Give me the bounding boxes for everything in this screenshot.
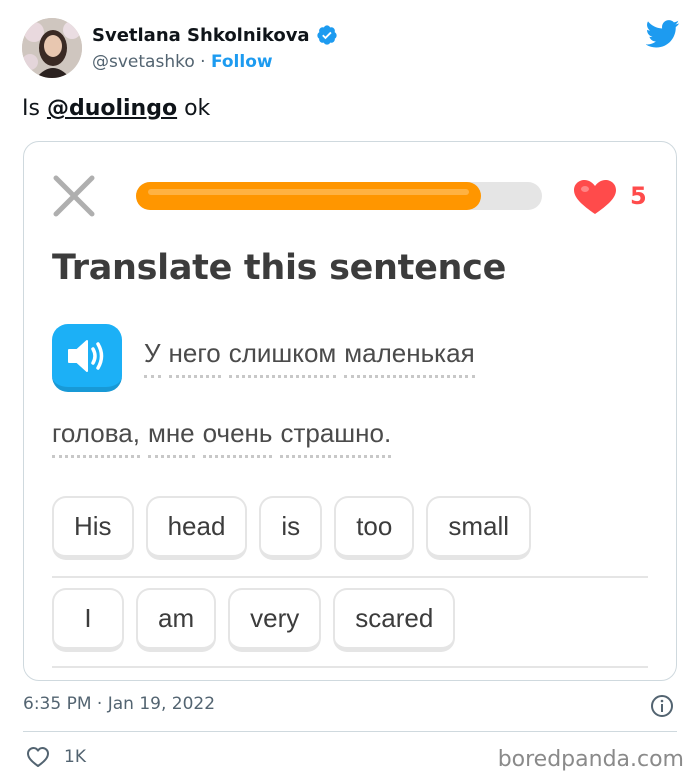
answer-line-1 [52,576,648,578]
sentence-word[interactable]: страшно. [280,418,392,458]
sentence-word[interactable]: мне [147,418,195,458]
like-button[interactable]: 1K [26,746,86,768]
close-icon[interactable] [52,174,96,218]
progress-bar [136,182,542,210]
tweet-text: Is @duolingo ok [22,96,210,121]
speaker-icon [68,340,104,372]
mention-link[interactable]: @duolingo [47,96,177,121]
sentence-line-2: голова, мне очень страшно. [52,418,399,458]
tweet-header: Svetlana Shkolnikova @svetashko · Follow [22,18,682,80]
like-count: 1K [64,747,86,767]
separator: · [194,52,211,72]
word-chip[interactable]: too [334,496,415,560]
answer-row-1: His head is too small [52,496,532,560]
sentence-word[interactable]: очень [202,418,273,458]
sentence-line-1: Унего слишком маленькая [144,338,483,378]
word-chip[interactable]: I [52,588,124,652]
word-chip[interactable]: small [426,496,532,560]
tweet-text-suffix: ok [177,96,211,121]
sentence-word[interactable]: него [168,338,221,378]
sentence-word[interactable]: слишком [228,338,337,378]
lesson-title: Translate this sentence [52,248,507,288]
answer-row-2: I am very scared [52,588,456,652]
word-chip[interactable]: is [259,496,323,560]
media-card[interactable]: 5 Translate this sentence Унего слишком ма… [23,141,677,681]
info-icon[interactable] [650,694,674,718]
speaker-button[interactable] [52,324,122,392]
like-heart-icon [27,747,49,767]
progress-highlight [148,189,470,195]
progress-fill [136,182,482,210]
tweet-timestamp[interactable]: 6:35 PM · Jan 19, 2022 [23,694,215,714]
twitter-bird-icon[interactable] [646,20,680,48]
avatar[interactable] [22,18,82,78]
word-chip[interactable]: head [145,496,248,560]
answer-line-2 [52,666,648,668]
hearts-count: 5 [630,182,647,210]
footer-divider [23,731,677,732]
word-chip[interactable]: His [52,496,134,560]
tweet-text-prefix: Is [22,96,47,121]
word-chip[interactable]: scared [333,588,456,652]
sentence-word[interactable]: У [144,338,161,378]
word-chip[interactable]: am [136,588,217,652]
watermark: boredpanda.com [497,747,684,772]
heart-icon [574,180,616,214]
author-handle[interactable]: @svetashko [92,52,195,72]
handle-row: @svetashko · Follow [92,52,273,72]
follow-button[interactable]: Follow [211,52,273,72]
sentence-word[interactable]: голова, [52,418,140,458]
sentence-word[interactable]: маленькая [344,338,475,378]
author-name[interactable]: Svetlana Shkolnikova [92,25,310,46]
verified-badge-icon [316,25,337,45]
word-chip[interactable]: very [228,588,322,652]
